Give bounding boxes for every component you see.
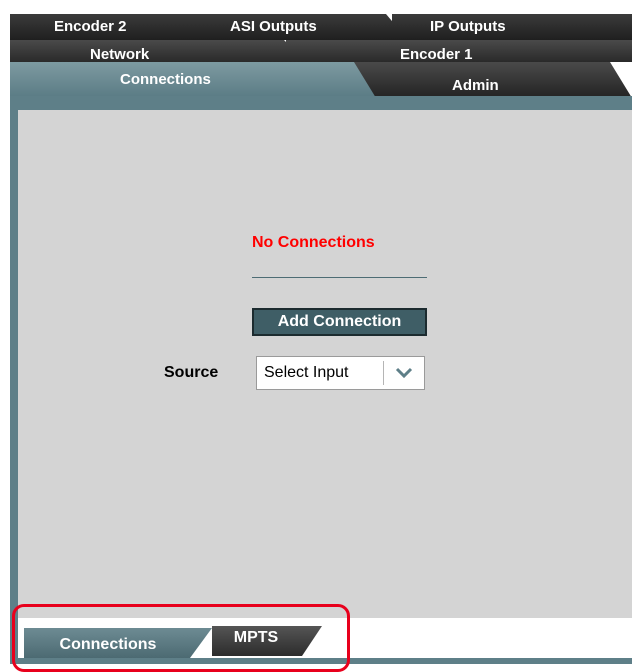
tab-row-2: Network Encoder 1 (0, 40, 632, 62)
source-label: Source (164, 364, 219, 381)
tab-ip-outputs[interactable]: IP Outputs (392, 14, 632, 40)
highlight-box (12, 604, 350, 672)
tab-network-label: Network (90, 46, 150, 63)
chevron-down-icon[interactable] (384, 367, 424, 379)
tab-asi-outputs-label: ASI Outputs (230, 18, 317, 35)
tab-asi-outputs[interactable]: ASI Outputs (190, 14, 408, 40)
tab-connections-label: Connections (120, 71, 211, 88)
tab-admin[interactable]: Admin (352, 62, 632, 98)
status-text: No Connections (252, 234, 375, 251)
tab-network[interactable]: Network (10, 40, 306, 62)
tab-row-3: Admin Connections (0, 62, 632, 98)
tab-row-1: Encoder 2 ASI Outputs IP Outputs (0, 14, 632, 40)
source-select[interactable]: Select Input (256, 356, 425, 390)
source-select-value: Select Input (264, 364, 349, 381)
tab-ip-outputs-label: IP Outputs (430, 18, 506, 35)
tab-encoder-2-label: Encoder 2 (54, 18, 127, 35)
tab-admin-label: Admin (452, 77, 499, 94)
divider (252, 277, 427, 278)
tab-encoder-1[interactable]: Encoder 1 (286, 40, 632, 62)
tab-encoder-1-label: Encoder 1 (400, 46, 473, 63)
tab-encoder-2[interactable]: Encoder 2 (10, 14, 214, 40)
tab-connections[interactable]: Connections (10, 62, 376, 98)
add-connection-button[interactable]: Add Connection (252, 308, 427, 336)
